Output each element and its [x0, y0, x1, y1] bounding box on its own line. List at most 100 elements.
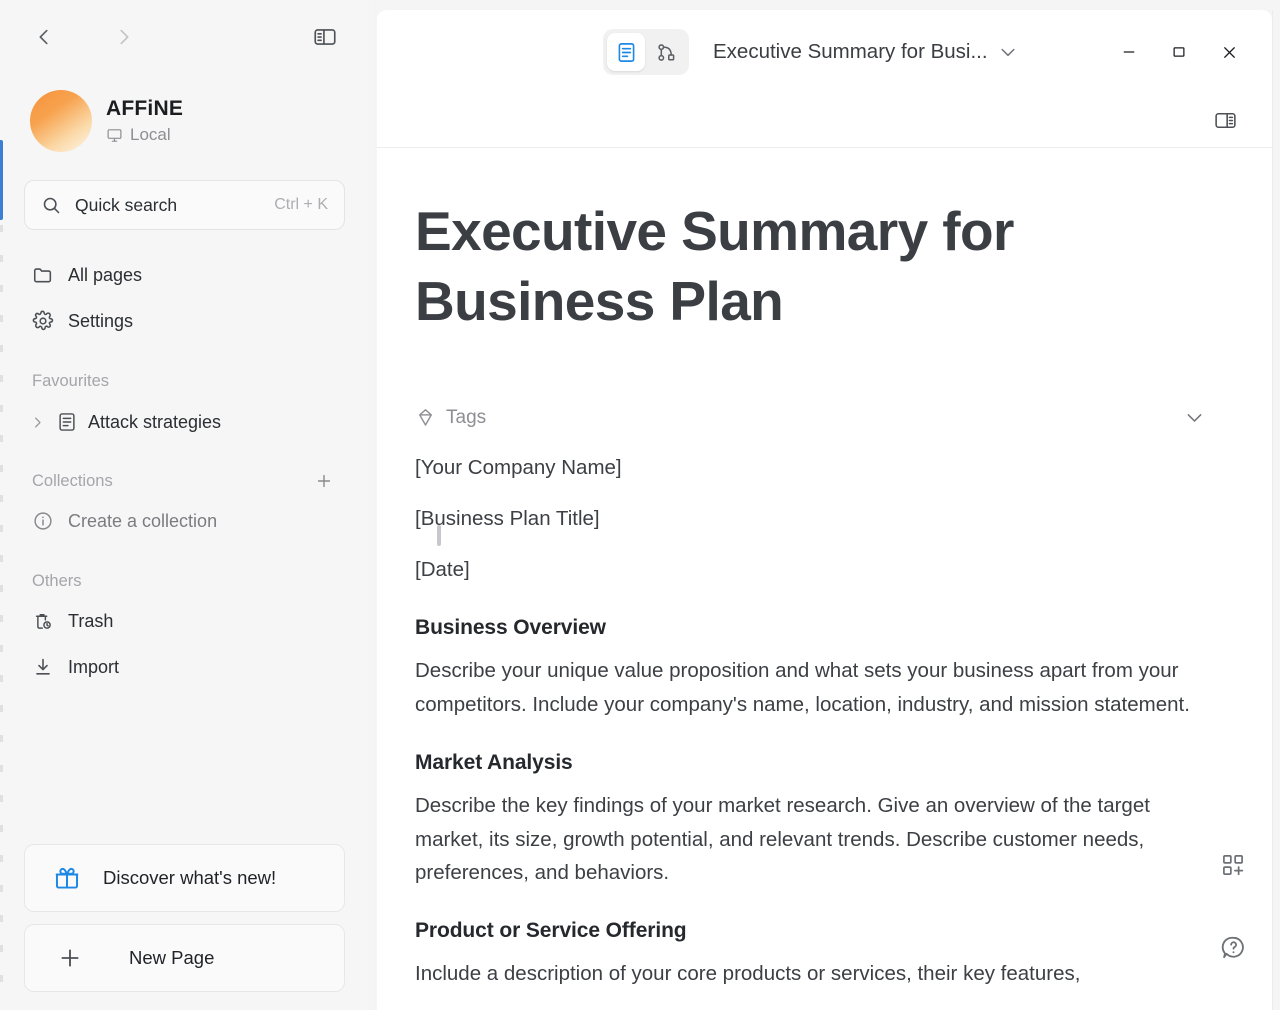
sidebar-item-label: Settings	[68, 310, 134, 331]
workspace-texts: AFFiNE Local	[106, 97, 183, 145]
favourites-section-header: Favourites	[0, 366, 369, 396]
titlebar-main-row: Executive Summary for Busi...	[377, 10, 1272, 94]
gear-icon	[32, 310, 54, 331]
sidebar-item-attack-strategies[interactable]: Attack strategies	[24, 400, 345, 444]
sidebar-item-trash[interactable]: Trash	[24, 598, 345, 644]
placeholder-plan-title-wrapper: [Business Plan Title]	[415, 502, 1212, 546]
others-list: Trash Import	[0, 598, 369, 690]
add-widget-button[interactable]	[1216, 848, 1250, 882]
sidebar-item-label: Import	[68, 656, 120, 677]
collections-section-header: Collections	[0, 466, 369, 496]
discover-label: Discover what's new!	[103, 867, 277, 888]
window-minimize-button[interactable]	[1104, 29, 1154, 75]
affine-app-window: AFFiNE Local Quick search Ctrl + K All p…	[0, 0, 1280, 1010]
collections-list: Create a collection	[0, 498, 369, 544]
quick-search-shortcut: Ctrl + K	[274, 196, 328, 213]
expand-chevron-icon[interactable]	[28, 415, 46, 430]
window-edge-accent	[0, 140, 3, 220]
toggle-right-sidebar-button[interactable]	[1208, 104, 1242, 136]
import-icon	[36, 658, 50, 675]
back-button[interactable]	[24, 17, 64, 57]
plus-icon	[61, 949, 79, 967]
gift-icon	[55, 867, 79, 889]
tag-icon	[419, 409, 432, 427]
add-widget-icon	[1223, 855, 1244, 876]
others-section-header: Others	[0, 566, 369, 596]
tags-row: Tags	[415, 403, 1205, 433]
section-heading-market-analysis[interactable]: Market Analysis	[415, 751, 1212, 775]
tags-button[interactable]: Tags	[415, 407, 486, 429]
folder-icon	[33, 268, 52, 283]
plus-icon	[317, 474, 331, 488]
monitor-icon	[107, 128, 122, 142]
maximize-icon	[1173, 47, 1185, 57]
quick-search-label: Quick search	[75, 194, 178, 215]
workspace-avatar	[30, 90, 92, 152]
workspace-selector[interactable]: AFFiNE Local	[0, 74, 369, 160]
new-page-label: New Page	[129, 947, 215, 968]
info-icon	[34, 512, 52, 530]
window-maximize-button[interactable]	[1154, 29, 1204, 75]
collapse-sidebar-button[interactable]	[305, 17, 345, 57]
doc-icon	[59, 413, 75, 431]
right-sidebar-icon	[1214, 112, 1236, 128]
page-mode-button[interactable]	[607, 33, 645, 71]
main-area: Executive Summary for Busi... Executive …	[369, 0, 1280, 1010]
sidebar-item-settings[interactable]: Settings	[24, 298, 345, 344]
help-button[interactable]	[1216, 930, 1250, 964]
collections-title: Collections	[32, 471, 113, 490]
forward-button[interactable]	[104, 17, 144, 57]
sidebar-nav-bar	[0, 0, 369, 74]
close-icon	[1223, 46, 1235, 58]
sidebar-primary-nav: All pages Settings	[0, 252, 369, 344]
minimize-icon	[1123, 51, 1135, 53]
section-heading-product-offering[interactable]: Product or Service Offering	[415, 919, 1212, 943]
sidebar-item-import[interactable]: Import	[24, 644, 345, 690]
help-bubble-icon	[1221, 936, 1244, 958]
tags-label: Tags	[446, 406, 487, 428]
placeholder-date[interactable]: [Date]	[415, 553, 1205, 586]
section-body-product-offering[interactable]: Include a description of your core produ…	[415, 957, 1205, 990]
placeholder-company-name[interactable]: [Your Company Name]	[415, 451, 1205, 484]
window-edge-ticks	[0, 225, 3, 995]
quick-search-button[interactable]: Quick search Ctrl + K	[24, 180, 345, 230]
mode-switcher	[603, 29, 689, 75]
window-controls	[1104, 29, 1254, 75]
search-icon	[43, 197, 60, 213]
card-right-edge	[1272, 10, 1273, 1010]
chevron-down-icon	[1000, 48, 1015, 57]
section-body-market-analysis[interactable]: Describe the key findings of your market…	[415, 789, 1205, 889]
trash-icon	[35, 614, 51, 629]
sidebar-item-label: Attack strategies	[88, 411, 222, 432]
document-title-label: Executive Summary for Busi...	[713, 40, 988, 63]
tags-collapse-button[interactable]	[1184, 407, 1205, 428]
edgeless-mode-button[interactable]	[647, 33, 685, 71]
section-body-business-overview[interactable]: Describe your unique value proposition a…	[415, 654, 1205, 721]
create-collection-button[interactable]: Create a collection	[24, 498, 345, 544]
window-close-button[interactable]	[1204, 29, 1254, 75]
workspace-status-label: Local	[130, 125, 171, 144]
workspace-status: Local	[106, 125, 183, 145]
others-title: Others	[32, 571, 82, 590]
titlebar-secondary-row	[377, 94, 1272, 146]
chevron-right-icon	[120, 29, 129, 45]
section-heading-business-overview[interactable]: Business Overview	[415, 616, 1212, 640]
document-titlebar: Executive Summary for Busi...	[377, 10, 1272, 148]
discover-whats-new-button[interactable]: Discover what's new!	[24, 844, 345, 912]
new-page-button[interactable]: New Page	[24, 924, 345, 992]
title-dropdown-button[interactable]	[998, 42, 1018, 62]
sidebar-item-label: Trash	[68, 610, 114, 631]
chevron-down-icon	[1187, 414, 1202, 423]
block-drag-handle[interactable]	[437, 524, 441, 546]
page-mode-icon	[618, 42, 634, 62]
page-title[interactable]: Executive Summary for Business Plan	[415, 196, 1095, 337]
sidebar: AFFiNE Local Quick search Ctrl + K All p…	[0, 0, 369, 1010]
document-body[interactable]: Executive Summary for Business Plan Tags…	[377, 148, 1272, 1010]
sidebar-item-label: All pages	[68, 264, 143, 285]
sidebar-footer: Discover what's new! New Page	[0, 844, 369, 1010]
add-collection-button[interactable]	[311, 468, 337, 494]
sidebar-item-all-pages[interactable]: All pages	[24, 252, 345, 298]
placeholder-plan-title[interactable]: [Business Plan Title]	[415, 502, 1205, 535]
chevron-left-icon	[39, 29, 48, 45]
